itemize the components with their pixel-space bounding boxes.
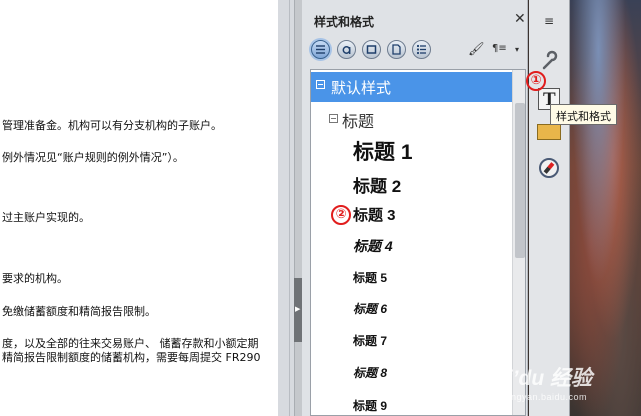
watermark-logo: Bai’du 经验 jingyan.baidu.com — [480, 362, 592, 402]
document-margin — [278, 0, 294, 416]
character-styles-button[interactable] — [337, 40, 356, 59]
style-item-label: 标题 5 — [353, 271, 388, 285]
collapse-panel-handle[interactable]: ▶ — [294, 278, 302, 342]
document-line: 过主账户实现的。 — [2, 211, 90, 224]
frame-styles-icon — [366, 45, 377, 54]
style-item-default[interactable]: 默认样式 — [311, 72, 512, 102]
panel-splitter[interactable] — [294, 0, 302, 416]
styles-formatting-panel: 样式和格式 ✕ 🖌 ¶≡ ▾ 默认样式 标题 ② 标题 1 标题 2 标题 3 … — [302, 0, 528, 416]
style-item-heading-1[interactable]: ② 标题 1 — [311, 136, 512, 225]
style-item-heading-6[interactable]: 标题 6 — [311, 300, 512, 318]
document-page[interactable]: 管理准备金。机构可以有分支机构的子账户。 例外情况见“账户规则的例外情况”）。 … — [0, 0, 278, 416]
style-item-heading-4[interactable]: 标题 4 — [311, 236, 512, 256]
wrench-icon[interactable] — [539, 50, 561, 76]
style-item-heading-3[interactable]: 标题 3 — [311, 204, 512, 226]
style-item-label: 标题 1 — [353, 141, 413, 164]
style-item-heading-7[interactable]: 标题 7 — [311, 332, 512, 350]
page-styles-button[interactable] — [387, 40, 406, 59]
style-category-toolbar: 🖌 ¶≡ ▾ — [302, 37, 528, 63]
paragraph-styles-button[interactable] — [311, 40, 330, 59]
style-item-label: 标题 9 — [353, 399, 388, 413]
style-item-label: 默认样式 — [331, 79, 392, 97]
chevron-right-icon: ▶ — [295, 305, 301, 313]
style-item-heading-2[interactable]: 标题 2 — [311, 172, 512, 196]
paragraph-styles-icon — [316, 45, 325, 54]
document-line: 精简报告限制额度的储蓄机构，需要每周提交 FR290 — [2, 351, 261, 364]
style-item-label: 标题 4 — [353, 238, 393, 254]
watermark-brand: Bai’du 经验 — [480, 367, 593, 390]
document-line: 免缴储蓄额度和精简报告限制。 — [2, 305, 156, 318]
close-panel-button[interactable]: ✕ — [514, 11, 526, 27]
style-item-label: 标题 2 — [353, 177, 402, 196]
desktop-wallpaper — [570, 0, 641, 416]
document-line: 例外情况见“账户规则的例外情况”）。 — [2, 151, 184, 164]
list-styles-button[interactable] — [412, 40, 431, 59]
collapse-icon[interactable] — [329, 114, 338, 123]
character-styles-icon — [342, 46, 351, 54]
style-item-label: 标题 8 — [353, 366, 388, 380]
list-styles-icon — [416, 44, 426, 55]
style-item-heading-5[interactable]: 标题 5 — [311, 269, 512, 287]
gallery-icon[interactable] — [537, 124, 561, 140]
style-item-label: 标题 3 — [353, 207, 396, 224]
document-line: 要求的机构。 — [2, 272, 68, 285]
style-item-label: 标题 6 — [353, 302, 388, 316]
scroll-thumb[interactable] — [515, 103, 525, 258]
watermark-url: jingyan.baidu.com — [506, 392, 588, 402]
new-style-from-selection-button[interactable]: ¶≡ — [492, 43, 507, 54]
style-item-label: 标题 7 — [353, 334, 388, 348]
collapse-icon[interactable] — [316, 80, 325, 89]
frame-styles-button[interactable] — [362, 40, 381, 59]
sidebar-menu-icon[interactable]: ≡ — [544, 14, 554, 28]
fill-format-mode-button[interactable]: 🖌 — [468, 42, 485, 57]
document-line: 管理准备金。机构可以有分支机构的子账户。 — [2, 119, 222, 132]
navigator-compass-icon[interactable] — [539, 158, 559, 178]
chevron-down-icon[interactable]: ▾ — [515, 45, 519, 54]
sidebar-deck: ≡ T — [529, 0, 570, 416]
style-item-label: 标题 — [342, 112, 375, 131]
styles-tooltip: 样式和格式 — [550, 104, 617, 125]
style-item-heading[interactable]: 标题 — [311, 106, 512, 132]
step-marker-1: ① — [526, 71, 546, 91]
panel-title: 样式和格式 — [314, 15, 375, 29]
page-styles-icon — [392, 44, 401, 55]
panel-header: 样式和格式 ✕ — [302, 0, 528, 36]
